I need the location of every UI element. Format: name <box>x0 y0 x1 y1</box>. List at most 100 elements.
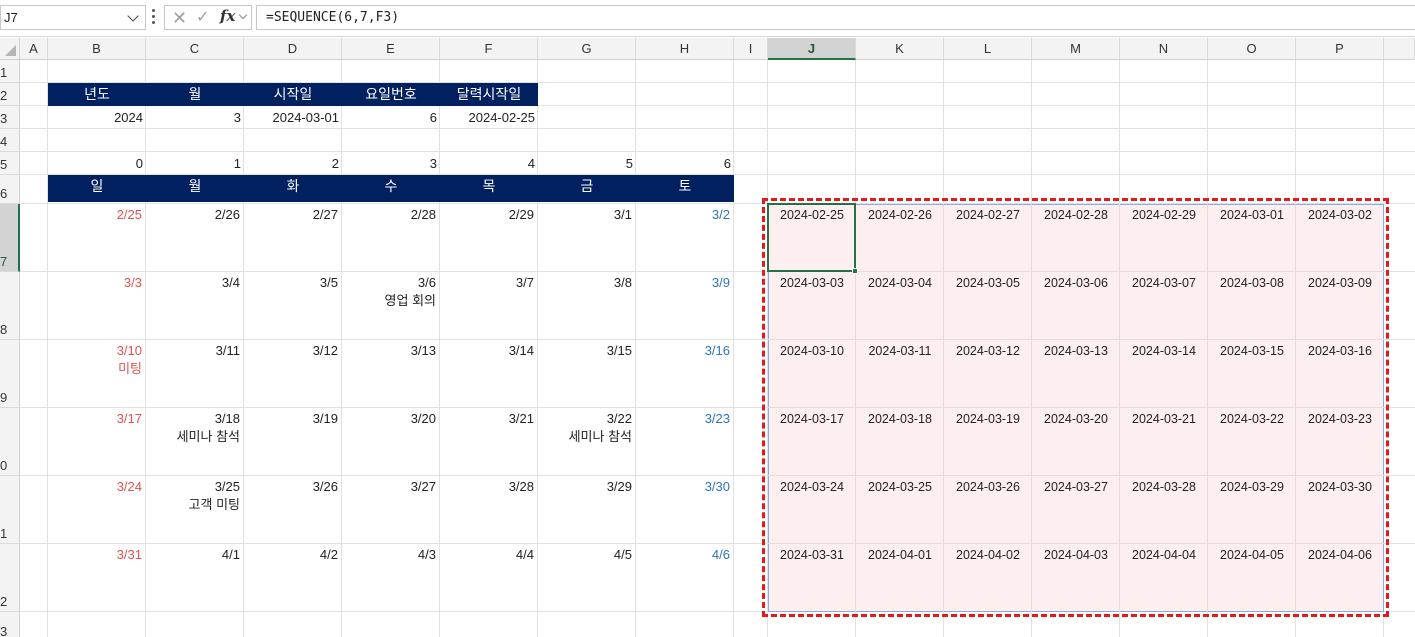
calendar-day-cell[interactable]: 3/13 <box>342 340 440 408</box>
calendar-day-cell[interactable]: 3/11 <box>146 340 244 408</box>
row-header[interactable]: 2 <box>0 83 20 106</box>
weekday-header-cell[interactable]: 토 <box>636 175 734 202</box>
weekday-index-cell[interactable]: 3 <box>342 152 440 175</box>
row-header[interactable]: 6 <box>0 175 20 204</box>
calendar-day-cell[interactable]: 3/19 <box>244 408 342 476</box>
weekday-index-cell[interactable]: 5 <box>538 152 636 175</box>
calendar-day-cell[interactable]: 3/25 고객 미팅 <box>146 476 244 544</box>
weekday-index-cell[interactable]: 6 <box>636 152 734 175</box>
calendar-day-cell[interactable]: 3/16 <box>636 340 734 408</box>
row-header[interactable]: 3 <box>0 612 20 637</box>
row-header[interactable]: 1 <box>0 60 20 83</box>
weekday-header-cell[interactable]: 일 <box>48 175 146 202</box>
row-header[interactable]: 5 <box>0 152 20 175</box>
column-header-i[interactable]: I <box>734 38 768 60</box>
calendar-day-cell[interactable]: 3/31 <box>48 544 146 612</box>
column-header-g[interactable]: G <box>538 38 636 60</box>
calendar-day-cell[interactable]: 4/1 <box>146 544 244 612</box>
weekday-index-cell[interactable]: 4 <box>440 152 538 175</box>
calendar-day-cell[interactable]: 3/7 <box>440 272 538 340</box>
column-header-n[interactable]: N <box>1120 38 1208 60</box>
info-header-cell[interactable]: 월 <box>146 83 244 106</box>
calendar-day-cell[interactable]: 4/2 <box>244 544 342 612</box>
row-header[interactable]: 9 <box>0 340 20 408</box>
column-header-h[interactable]: H <box>636 38 734 60</box>
calendar-day-cell[interactable]: 3/9 <box>636 272 734 340</box>
calendar-day-cell[interactable]: 3/17 <box>48 408 146 476</box>
row-header[interactable]: 4 <box>0 129 20 152</box>
info-header-cell[interactable]: 달력시작일 <box>440 83 538 106</box>
calendar-day-cell[interactable]: 3/8 <box>538 272 636 340</box>
calendar-day-cell[interactable]: 3/4 <box>146 272 244 340</box>
calendar-day-cell[interactable]: 3/27 <box>342 476 440 544</box>
weekday-header-cell[interactable]: 수 <box>342 175 440 202</box>
calendar-day-cell[interactable]: 3/23 <box>636 408 734 476</box>
calendar-day-cell[interactable]: 3/21 <box>440 408 538 476</box>
row-header[interactable]: 2 <box>0 544 20 612</box>
calendar-day-cell[interactable]: 3/22 세미나 참석 <box>538 408 636 476</box>
column-header-m[interactable]: M <box>1032 38 1120 60</box>
column-header-p[interactable]: P <box>1296 38 1384 60</box>
row-header[interactable]: 7 <box>0 204 20 272</box>
calendar-day-cell[interactable]: 3/6 영업 회의 <box>342 272 440 340</box>
calendar-day-cell[interactable]: 3/30 <box>636 476 734 544</box>
weekday-header-cell[interactable]: 목 <box>440 175 538 202</box>
column-header-k[interactable]: K <box>856 38 944 60</box>
calendar-day-cell[interactable]: 3/14 <box>440 340 538 408</box>
calendar-day-cell[interactable]: 3/28 <box>440 476 538 544</box>
weekday-index-cell[interactable]: 1 <box>146 152 244 175</box>
column-header-o[interactable]: O <box>1208 38 1296 60</box>
calendar-day-cell[interactable]: 2/29 <box>440 204 538 272</box>
info-value-cell[interactable]: 6 <box>342 106 440 129</box>
calendar-day-cell[interactable]: 3/26 <box>244 476 342 544</box>
cancel-icon[interactable]: ✕ <box>172 8 187 28</box>
calendar-day-cell[interactable]: 3/10 미팅 <box>48 340 146 408</box>
calendar-day-cell[interactable]: 3/18 세미나 참석 <box>146 408 244 476</box>
calendar-day-cell[interactable]: 2/27 <box>244 204 342 272</box>
calendar-day-cell[interactable]: 4/4 <box>440 544 538 612</box>
column-header-a[interactable]: A <box>20 38 48 60</box>
info-header-cell[interactable]: 년도 <box>48 83 146 106</box>
select-all-button[interactable] <box>0 38 20 60</box>
calendar-day-cell[interactable]: 3/2 <box>636 204 734 272</box>
chevron-down-icon[interactable] <box>238 10 248 20</box>
worksheet-grid[interactable]: 년도 2024 월 3 시작일 2024-03-01 요일번호 6 달력시작일 2024-02-2… <box>20 60 1415 637</box>
info-value-cell[interactable]: 2024-03-01 <box>244 106 342 129</box>
row-header[interactable]: 8 <box>0 272 20 340</box>
column-header-j[interactable]: J <box>768 38 856 60</box>
column-header-c[interactable]: C <box>146 38 244 60</box>
calendar-day-cell[interactable]: 2/28 <box>342 204 440 272</box>
name-box[interactable]: J7 <box>0 5 146 30</box>
row-header[interactable]: 1 <box>0 476 20 544</box>
info-value-cell[interactable]: 2024 <box>48 106 146 129</box>
column-header-b[interactable]: B <box>48 38 146 60</box>
column-header-l[interactable]: L <box>944 38 1032 60</box>
chevron-down-icon[interactable] <box>127 10 139 22</box>
calendar-day-cell[interactable]: 4/5 <box>538 544 636 612</box>
calendar-day-cell[interactable]: 2/26 <box>146 204 244 272</box>
calendar-day-cell[interactable]: 3/24 <box>48 476 146 544</box>
info-value-cell[interactable]: 3 <box>146 106 244 129</box>
calendar-day-cell[interactable]: 3/12 <box>244 340 342 408</box>
column-header-d[interactable]: D <box>244 38 342 60</box>
column-header-e[interactable]: E <box>342 38 440 60</box>
more-options-icon[interactable] <box>152 9 155 25</box>
weekday-header-cell[interactable]: 화 <box>244 175 342 202</box>
info-header-cell[interactable]: 요일번호 <box>342 83 440 106</box>
info-header-cell[interactable]: 시작일 <box>244 83 342 106</box>
weekday-index-cell[interactable]: 2 <box>244 152 342 175</box>
calendar-day-cell[interactable]: 3/5 <box>244 272 342 340</box>
calendar-day-cell[interactable]: 4/3 <box>342 544 440 612</box>
check-icon[interactable]: ✓ <box>196 8 209 28</box>
weekday-header-cell[interactable]: 금 <box>538 175 636 202</box>
row-header[interactable]: 0 <box>0 408 20 476</box>
calendar-day-cell[interactable]: 3/1 <box>538 204 636 272</box>
calendar-day-cell[interactable]: 4/6 <box>636 544 734 612</box>
calendar-day-cell[interactable]: 3/20 <box>342 408 440 476</box>
calendar-day-cell[interactable]: 2/25 <box>48 204 146 272</box>
formula-input[interactable]: =SEQUENCE(6,7,F3) <box>256 5 1415 30</box>
column-header-f[interactable]: F <box>440 38 538 60</box>
calendar-day-cell[interactable]: 3/15 <box>538 340 636 408</box>
calendar-day-cell[interactable]: 3/3 <box>48 272 146 340</box>
row-header[interactable]: 3 <box>0 106 20 129</box>
